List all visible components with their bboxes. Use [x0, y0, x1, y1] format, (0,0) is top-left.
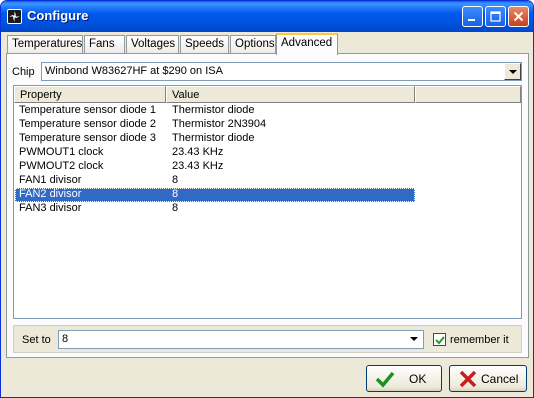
checkmark-icon: [375, 371, 395, 388]
row-property: Temperature sensor diode 1: [19, 104, 156, 116]
tab-fans[interactable]: Fans: [84, 35, 125, 54]
set-to-value: 8: [62, 333, 69, 345]
close-button[interactable]: [508, 6, 529, 27]
column-header-empty[interactable]: [415, 86, 521, 103]
row-property: FAN1 divisor: [19, 174, 82, 186]
minimize-icon: [468, 19, 475, 21]
row-property: FAN3 divisor: [19, 202, 82, 214]
row-property: PWMOUT2 clock: [19, 160, 104, 172]
minimize-button[interactable]: [462, 6, 483, 27]
maximize-button[interactable]: [485, 6, 506, 27]
row-value: Thermistor diode: [172, 132, 255, 144]
table-row-selected[interactable]: FAN2 divisor 8: [15, 188, 415, 202]
table-row[interactable]: PWMOUT2 clock 23.43 KHz: [15, 160, 522, 174]
remember-label: remember it: [450, 334, 509, 346]
tab-speeds[interactable]: Speeds: [180, 35, 229, 54]
chevron-down-icon[interactable]: [504, 63, 521, 80]
cancel-x-icon: [459, 370, 477, 388]
property-list[interactable]: Property Value Temperature sensor diode …: [13, 85, 522, 319]
table-row[interactable]: FAN1 divisor 8: [15, 174, 522, 188]
row-value: 8: [172, 188, 179, 200]
list-header: Property Value: [14, 86, 521, 103]
checkmark-icon: [435, 336, 445, 345]
tab-advanced[interactable]: Advanced: [276, 33, 338, 55]
table-row[interactable]: Temperature sensor diode 1 Thermistor dio…: [15, 104, 522, 118]
remember-checkbox[interactable]: [433, 333, 446, 346]
chevron-down-icon[interactable]: [406, 331, 423, 348]
tab-options[interactable]: Options: [230, 35, 276, 54]
row-value: Thermistor 2N3904: [172, 118, 267, 130]
table-row[interactable]: Temperature sensor diode 2 Thermistor 2N3…: [15, 118, 522, 132]
set-to-bar: Set to 8 remember it: [13, 325, 522, 353]
row-value: 23.43 KHz: [172, 160, 224, 172]
window-title: Configure: [27, 8, 89, 23]
row-value: 8: [172, 202, 179, 214]
fan-icon: [7, 9, 22, 24]
row-property: Temperature sensor diode 2: [19, 118, 156, 130]
row-property: Temperature sensor diode 3: [19, 132, 156, 144]
ok-label: OK: [409, 372, 427, 386]
title-bar[interactable]: Configure: [1, 1, 533, 32]
configure-window: Configure Temperatures Fans Voltages Spe…: [0, 0, 534, 398]
row-property: PWMOUT1 clock: [19, 146, 104, 158]
chip-label: Chip: [12, 66, 35, 78]
table-row[interactable]: FAN3 divisor 8: [15, 202, 522, 216]
list-rows: Temperature sensor diode 1 Thermistor dio…: [15, 104, 522, 216]
tab-voltages[interactable]: Voltages: [126, 35, 179, 54]
row-value: Thermistor diode: [172, 104, 255, 116]
column-header-property[interactable]: Property: [14, 86, 166, 103]
chip-select-value: Winbond W83627HF at $290 on ISA: [45, 65, 223, 77]
chip-select[interactable]: Winbond W83627HF at $290 on ISA: [41, 62, 522, 81]
table-row[interactable]: PWMOUT1 clock 23.43 KHz: [15, 146, 522, 160]
cancel-label: Cancel: [481, 372, 519, 386]
row-value: 23.43 KHz: [172, 146, 224, 158]
row-property: FAN2 divisor: [19, 188, 82, 200]
cancel-button[interactable]: Cancel: [449, 365, 527, 392]
set-to-combo[interactable]: 8: [58, 330, 424, 349]
tab-temperatures[interactable]: Temperatures: [7, 35, 83, 54]
row-value: 8: [172, 174, 179, 186]
maximize-icon: [490, 11, 501, 22]
table-row[interactable]: Temperature sensor diode 3 Thermistor dio…: [15, 132, 522, 146]
set-to-label: Set to: [22, 334, 51, 346]
ok-button[interactable]: OK: [366, 365, 442, 392]
close-icon: [513, 11, 524, 22]
column-header-value[interactable]: Value: [166, 86, 415, 103]
